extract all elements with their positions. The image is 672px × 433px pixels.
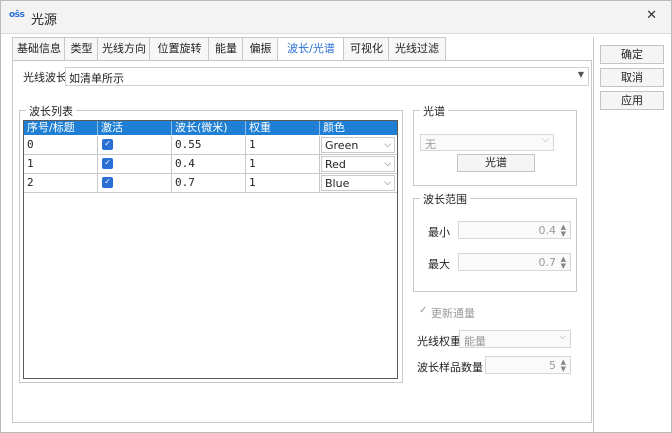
tab-energy[interactable]: 能量: [208, 37, 244, 60]
apply-button[interactable]: 应用: [600, 91, 664, 110]
color-value: Green: [325, 139, 359, 152]
spin-icon[interactable]: ▲ ▼: [561, 359, 566, 373]
max-input[interactable]: 0.7 ▲ ▼: [458, 253, 571, 271]
wavelength-range-title: 波长范围: [420, 191, 470, 207]
tab-position-rotation[interactable]: 位置旋转: [149, 37, 210, 60]
tab-basic-info[interactable]: 基础信息: [12, 37, 66, 60]
header-wavelength[interactable]: 波长(微米): [172, 121, 246, 135]
spectrum-title: 光谱: [420, 103, 448, 119]
title-bar: oŝs 光源 ✕: [1, 1, 671, 34]
row-index: 1: [24, 155, 98, 173]
window-title: 光源: [31, 13, 58, 28]
tab-ray-direction[interactable]: 光线方向: [97, 37, 151, 60]
row-wavelength[interactable]: 0.4: [172, 155, 246, 173]
header-weight[interactable]: 权重: [246, 121, 320, 135]
table-row[interactable]: 2 ✓ 0.7 1 Blue ⌵: [24, 174, 397, 193]
chevron-down-icon: ⌵: [384, 140, 391, 150]
close-icon[interactable]: ✕: [646, 8, 657, 23]
color-value: Red: [325, 158, 346, 171]
row-weight[interactable]: 1: [246, 174, 320, 192]
active-cell: ✓: [98, 155, 172, 173]
active-cell: ✓: [98, 136, 172, 154]
sample-count-label: 波长样品数量: [417, 361, 483, 374]
table-row[interactable]: 1 ✓ 0.4 1 Red ⌵: [24, 155, 397, 174]
chevron-down-icon: ⌵: [542, 135, 549, 145]
cancel-button[interactable]: 取消: [600, 68, 664, 87]
spectrum-group: 光谱 无 ⌵ 光谱: [413, 103, 577, 186]
ok-button[interactable]: 确定: [600, 45, 664, 64]
active-checkbox[interactable]: ✓: [102, 139, 113, 150]
table-row[interactable]: 0 ✓ 0.55 1 Green ⌵: [24, 136, 397, 155]
tab-type[interactable]: 类型: [64, 37, 99, 60]
row-wavelength[interactable]: 0.55: [172, 136, 246, 154]
max-label: 最大: [428, 258, 450, 271]
active-checkbox[interactable]: ✓: [102, 177, 113, 188]
active-cell: ✓: [98, 174, 172, 192]
spectrum-button[interactable]: 光谱: [457, 154, 535, 172]
action-panel: 确定 取消 应用: [593, 37, 672, 432]
wavelength-label: 光线波长: [23, 71, 67, 84]
row-wavelength[interactable]: 0.7: [172, 174, 246, 192]
spin-icon[interactable]: ▲ ▼: [561, 224, 566, 238]
wavelength-table: 序号/标题 激活 波长(微米) 权重 颜色 0 ✓ 0.55 1 Green ⌵…: [23, 120, 398, 379]
tab-wavelength-spectrum[interactable]: 波长/光谱: [277, 37, 345, 61]
chevron-down-icon: ▼: [577, 70, 584, 79]
active-checkbox[interactable]: ✓: [102, 158, 113, 169]
min-value: 0.4: [538, 224, 557, 237]
spin-icon[interactable]: ▲ ▼: [561, 256, 566, 270]
sample-count-input[interactable]: 5 ▲ ▼: [485, 356, 571, 374]
max-value: 0.7: [538, 256, 557, 269]
min-label: 最小: [428, 226, 450, 239]
spectrum-select[interactable]: 无 ⌵: [420, 134, 554, 151]
chevron-down-icon: ⌵: [384, 178, 391, 188]
color-select[interactable]: Blue ⌵: [321, 175, 395, 191]
row-index: 2: [24, 174, 98, 192]
spectrum-select-value: 无: [425, 138, 436, 151]
wavelength-range-group: 波长范围 最小 0.4 ▲ ▼ 最大 0.7 ▲ ▼: [413, 191, 577, 292]
update-flux-label: 更新通量: [431, 307, 475, 320]
wavelength-list-title: 波长列表: [26, 103, 76, 119]
wavelength-select-value: 如清单所示: [69, 72, 124, 85]
table-header: 序号/标题 激活 波长(微米) 权重 颜色: [24, 121, 397, 135]
header-color[interactable]: 颜色: [320, 121, 397, 135]
tab-polarization[interactable]: 偏振: [242, 37, 279, 60]
ray-weight-select[interactable]: 能量 ⌵: [459, 330, 571, 348]
ray-weight-label: 光线权重: [417, 335, 461, 348]
check-icon[interactable]: ✓: [419, 305, 427, 316]
header-active[interactable]: 激活: [98, 121, 172, 135]
light-source-dialog: oŝs 光源 ✕ 基础信息 类型 光线方向 位置旋转 能量 偏振 波长/光谱 可…: [0, 0, 672, 433]
tab-content: 光线波长 如清单所示 ▼ 波长列表 序号/标题 激活 波长(微米) 权重 颜色 …: [12, 60, 592, 423]
chevron-down-icon: ⌵: [559, 332, 566, 342]
row-index: 0: [24, 136, 98, 154]
color-value: Blue: [325, 177, 350, 190]
chevron-down-icon: ⌵: [384, 159, 391, 169]
row-weight[interactable]: 1: [246, 136, 320, 154]
min-input[interactable]: 0.4 ▲ ▼: [458, 221, 571, 239]
sample-count-value: 5: [549, 359, 556, 372]
app-icon: oŝs: [9, 10, 25, 20]
row-weight[interactable]: 1: [246, 155, 320, 173]
tab-ray-filter[interactable]: 光线过滤: [388, 37, 446, 60]
ray-weight-value: 能量: [464, 335, 486, 348]
tab-visualization[interactable]: 可视化: [343, 37, 390, 60]
color-select[interactable]: Red ⌵: [321, 156, 395, 172]
wavelength-select[interactable]: 如清单所示 ▼: [65, 67, 589, 86]
header-index[interactable]: 序号/标题: [24, 121, 98, 135]
color-select[interactable]: Green ⌵: [321, 137, 395, 153]
